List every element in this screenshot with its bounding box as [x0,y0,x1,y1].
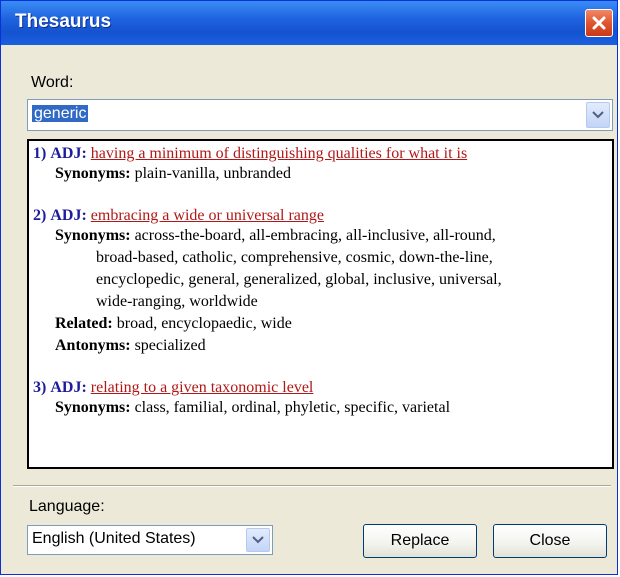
synonyms-continuation[interactable]: encyclopedic, general, generalized, glob… [96,269,612,291]
synonyms-label: Synonyms: [55,165,131,182]
sense-definition-link[interactable]: relating to a given taxonomic level [91,379,314,396]
synonyms-continuation[interactable]: broad-based, catholic, comprehensive, co… [96,247,612,269]
sense-entry: 2) ADJ: embracing a wide or universal ra… [33,207,612,357]
synonyms-row: Synonyms: class, familial, ordinal, phyl… [55,397,612,419]
replace-button[interactable]: Replace [363,524,477,558]
close-window-button[interactable] [585,9,613,37]
word-label: Word: [31,74,74,91]
synonyms-row: Synonyms: across-the-board, all-embracin… [55,225,612,247]
sense-definition-link[interactable]: embracing a wide or universal range [91,207,324,224]
synonyms-label: Synonyms: [55,399,131,416]
synonyms-list[interactable]: across-the-board, all-embracing, all-inc… [135,227,496,244]
part-of-speech: ADJ: [50,379,87,396]
sense-number: 2) [33,207,47,224]
part-of-speech: ADJ: [50,207,87,224]
related-label: Related: [55,315,113,332]
sense-number: 1) [33,145,47,162]
chevron-down-icon [252,536,264,544]
sense-entry: 3) ADJ: relating to a given taxonomic le… [33,379,612,419]
thesaurus-results-pane[interactable]: 1) ADJ: having a minimum of distinguishi… [27,139,614,469]
synonyms-label: Synonyms: [55,227,131,244]
word-dropdown-button[interactable] [586,102,610,128]
window-title: Thesaurus [15,11,112,32]
related-list[interactable]: broad, encyclopaedic, wide [117,315,292,332]
synonyms-list[interactable]: plain-vanilla, unbranded [135,165,291,182]
language-label: Language: [29,498,105,515]
separator [13,485,611,487]
antonyms-list[interactable]: specialized [135,337,206,354]
synonyms-continuation[interactable]: wide-ranging, worldwide [96,291,612,313]
close-button[interactable]: Close [493,524,607,558]
thesaurus-dialog: Thesaurus Word: generic 1) ADJ: having a… [0,0,618,575]
language-combobox[interactable]: English (United States) [27,525,273,555]
part-of-speech: ADJ: [50,145,87,162]
synonyms-row: Synonyms: plain-vanilla, unbranded [55,163,612,185]
chevron-down-icon [592,111,604,119]
close-icon [592,16,606,30]
language-value: English (United States) [32,530,196,547]
title-bar[interactable]: Thesaurus [1,1,617,45]
sense-entry: 1) ADJ: having a minimum of distinguishi… [33,145,612,185]
word-input-value[interactable]: generic [32,105,89,122]
antonyms-label: Antonyms: [55,337,131,354]
synonyms-list[interactable]: class, familial, ordinal, phyletic, spec… [135,399,450,416]
sense-definition-link[interactable]: having a minimum of distinguishing quali… [91,145,467,162]
word-combobox[interactable]: generic [27,99,613,131]
sense-number: 3) [33,379,47,396]
antonyms-row: Antonyms: specialized [55,335,612,357]
related-row: Related: broad, encyclopaedic, wide [55,313,612,335]
language-dropdown-button[interactable] [246,528,270,552]
